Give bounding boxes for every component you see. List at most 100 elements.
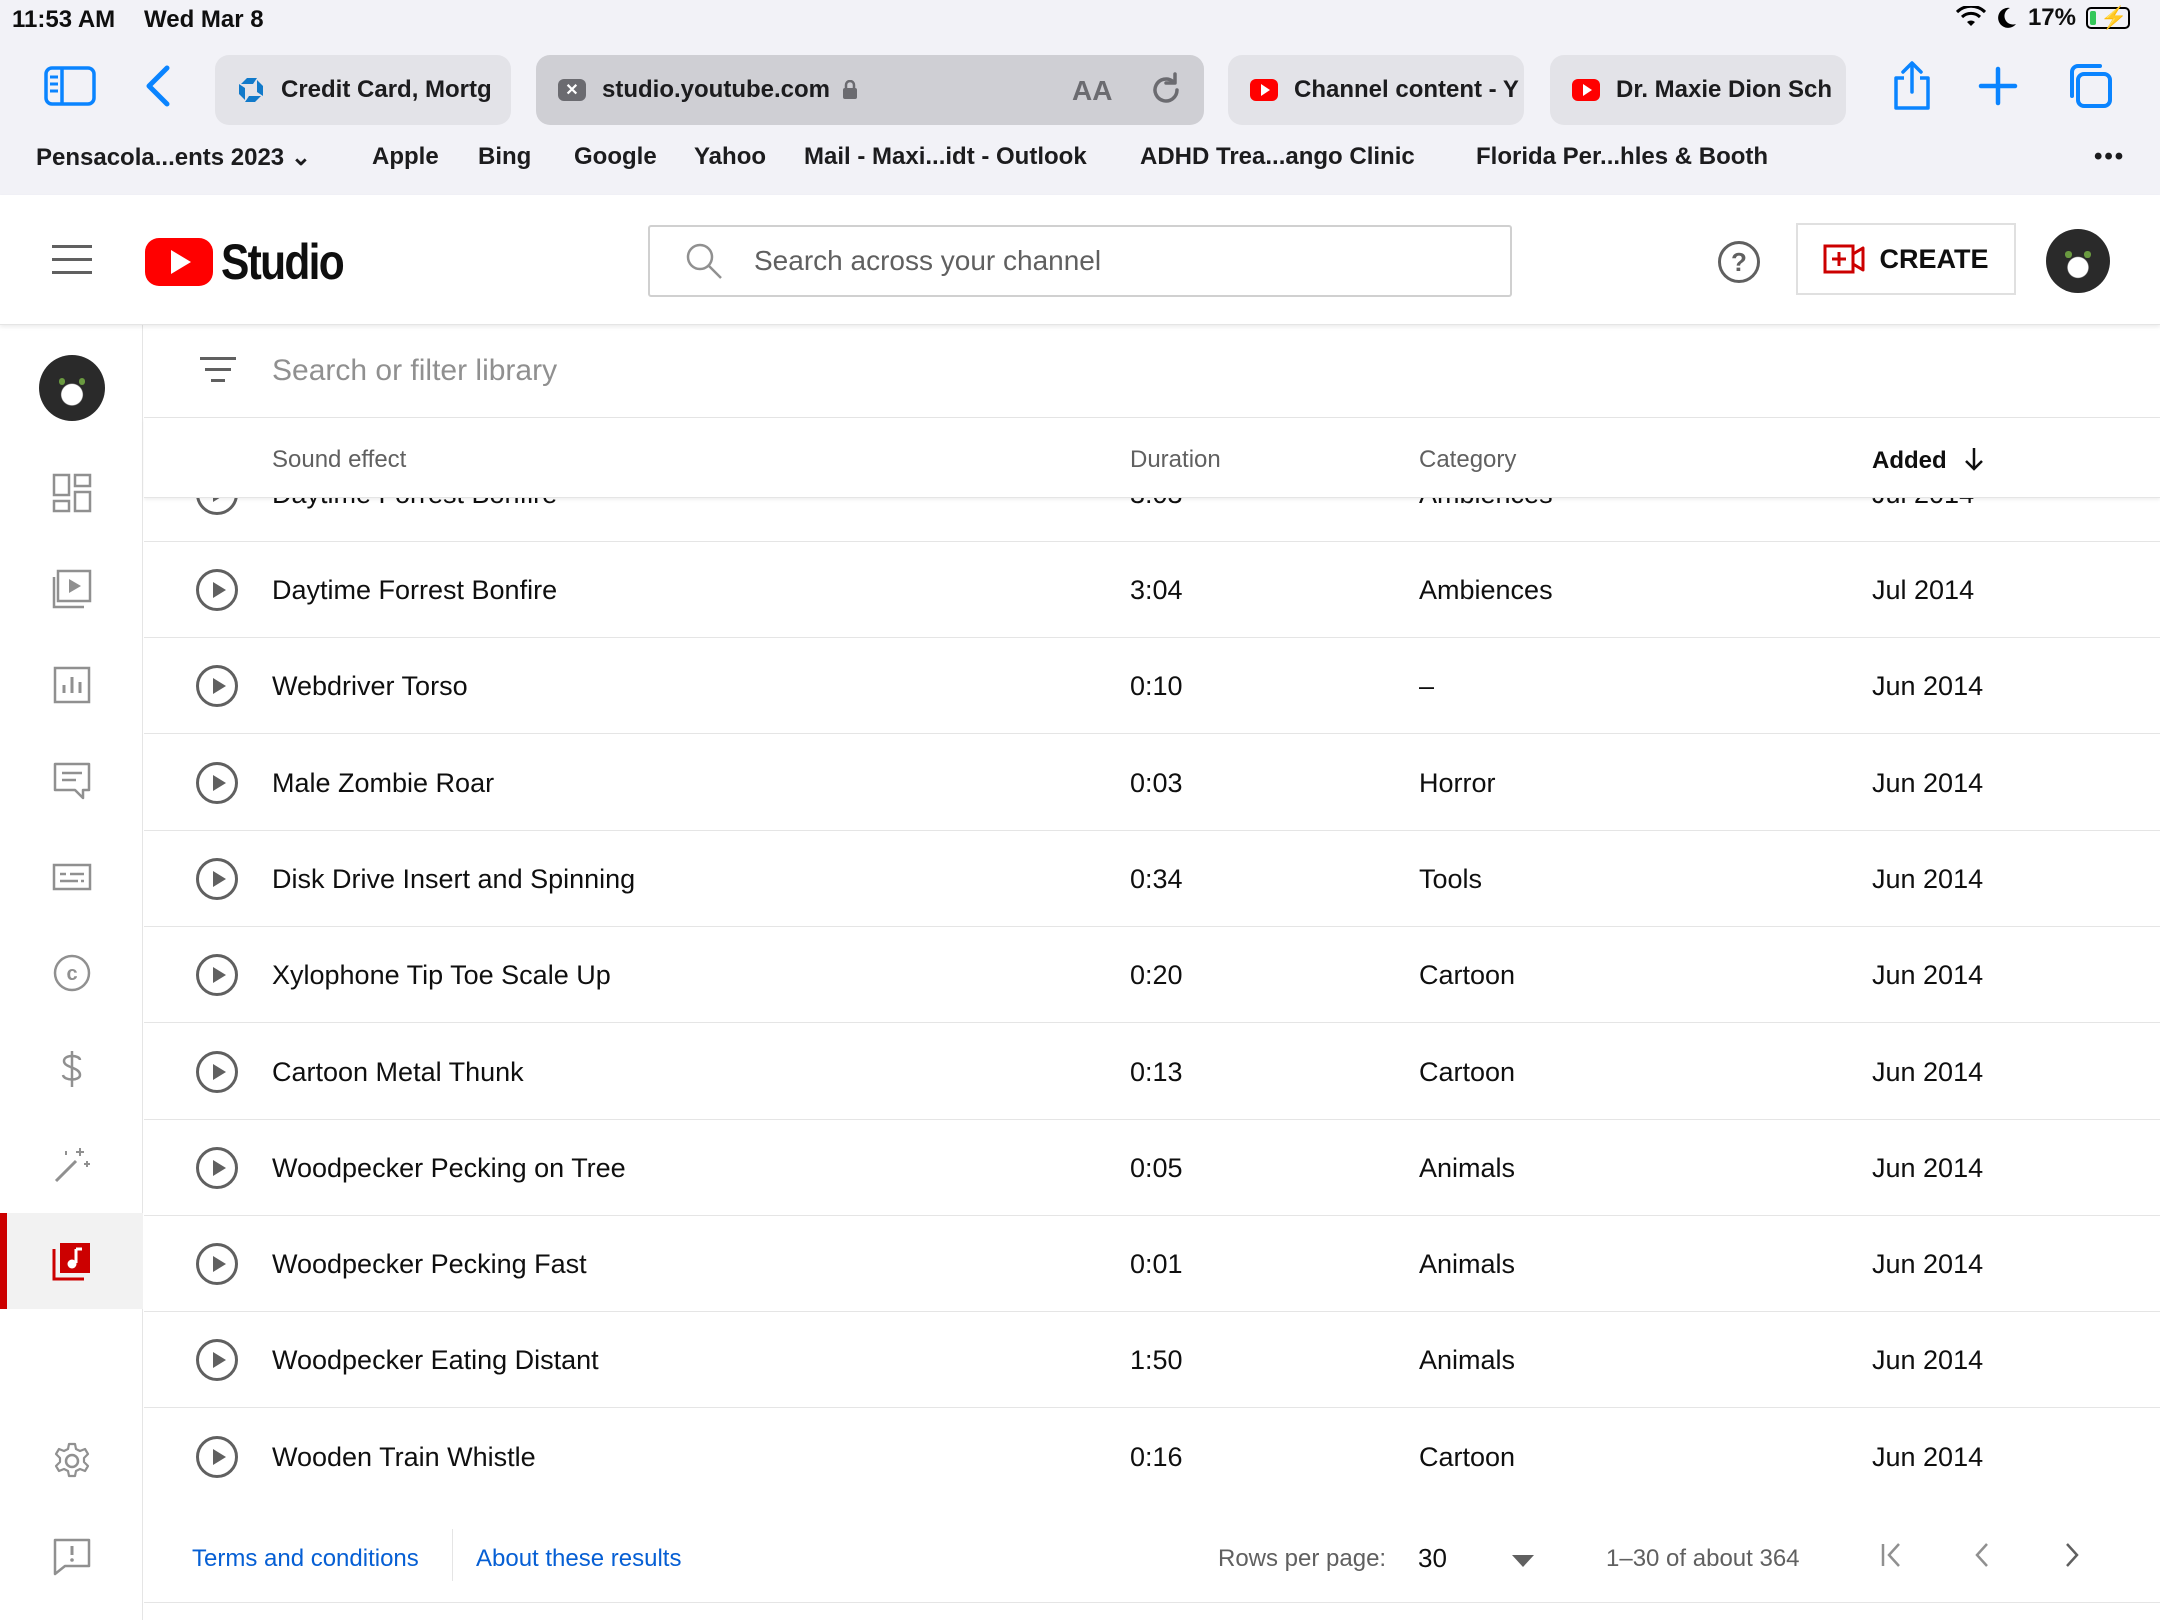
column-duration[interactable]: Duration (1130, 446, 1221, 474)
added-cell: Jul 2014 (1872, 498, 1974, 510)
sound-effect-name: Woodpecker Pecking Fast (272, 1249, 587, 1280)
table-row[interactable]: Woodpecker Pecking on Tree 0:05 Animals Jun… (144, 1120, 2160, 1216)
analytics-icon (53, 666, 90, 704)
bookmark-bing[interactable]: Bing (478, 143, 531, 171)
sound-effect-name: Male Zombie Roar (272, 767, 495, 798)
previous-page-icon[interactable] (1962, 1535, 2002, 1575)
tab-overview-icon[interactable] (2060, 56, 2120, 116)
play-icon[interactable] (196, 498, 238, 515)
share-icon[interactable] (1882, 56, 1942, 116)
play-icon[interactable] (196, 1050, 238, 1093)
play-icon[interactable] (196, 1339, 238, 1382)
logo-text: Studio (221, 234, 345, 290)
filter-icon[interactable] (200, 357, 236, 387)
status-date: Wed Mar 8 (144, 6, 264, 33)
table-row[interactable]: Webdriver Torso 0:10 – Jun 2014 (144, 638, 2160, 735)
table-row-partial[interactable]: Daytime Forrest Bonfire 3:03 Ambiences Jul … (144, 498, 2160, 542)
rail-feedback[interactable] (0, 1509, 143, 1605)
tab-studio-youtube[interactable]: ✕ studio.youtube.com AA (536, 55, 1204, 125)
bookmark-google[interactable]: Google (574, 143, 657, 171)
tab-credit-card[interactable]: Credit Card, Mortg (215, 55, 511, 125)
dropdown-caret-icon[interactable] (1512, 1555, 1534, 1567)
first-page-icon[interactable] (1872, 1535, 1912, 1575)
help-icon[interactable]: ? (1718, 241, 1760, 283)
play-icon[interactable] (196, 569, 238, 611)
category-cell: Tools (1419, 863, 1483, 894)
table-row[interactable]: Cartoon Metal Thunk 0:13 Cartoon Jun 2014 (144, 1024, 2160, 1120)
magic-wand-icon (54, 1148, 90, 1183)
menu-icon[interactable] (52, 245, 92, 275)
category-cell: Horror (1419, 767, 1496, 798)
subtitles-icon (52, 863, 91, 891)
column-added[interactable]: Added (1872, 446, 1985, 475)
tab-channel-content[interactable]: Channel content - Y (1228, 55, 1524, 125)
bookmark-yahoo[interactable]: Yahoo (694, 143, 766, 171)
browser-chrome: 11:53 AM Wed Mar 8 17% ⚡ Credit Card, Mo… (0, 0, 2160, 195)
reader-aa-button[interactable]: AA (1072, 75, 1112, 107)
duration-cell: 0:01 (1130, 1249, 1183, 1280)
column-added-label: Added (1872, 447, 1947, 474)
new-tab-plus-icon[interactable] (1968, 56, 2028, 116)
rail-customization[interactable] (0, 1117, 143, 1213)
filter-bar (144, 325, 2160, 418)
play-icon[interactable] (196, 761, 238, 804)
library-filter-input[interactable] (272, 345, 1772, 397)
next-page-icon[interactable] (2052, 1535, 2092, 1575)
rail-audio-library[interactable] (0, 1213, 143, 1309)
bookmark-mail-outlook[interactable]: Mail - Maxi...idt - Outlook (804, 143, 1087, 171)
about-results-link[interactable]: About these results (476, 1545, 681, 1573)
table-row[interactable]: Male Zombie Roar 0:03 Horror Jun 2014 (144, 735, 2160, 831)
account-avatar[interactable] (2046, 229, 2110, 293)
duration-cell: 0:20 (1130, 960, 1183, 991)
charging-bolt-icon: ⚡ (2100, 5, 2128, 30)
column-sound-effect[interactable]: Sound effect (272, 446, 406, 474)
table-row[interactable]: Xylophone Tip Toe Scale Up 0:20 Cartoon Jun… (144, 927, 2160, 1024)
table-row[interactable]: Woodpecker Pecking Fast 0:01 Animals Jun 20… (144, 1216, 2160, 1313)
table-row[interactable]: Daytime Forrest Bonfire 3:04 Ambiences Jul … (144, 542, 2160, 638)
copyright-icon: c (53, 954, 90, 992)
table-row[interactable]: Woodpecker Eating Distant 1:50 Animals Jun … (144, 1312, 2160, 1409)
tab-dr-maxie[interactable]: Dr. Maxie Dion Sch (1550, 55, 1846, 125)
create-button[interactable]: CREATE (1796, 223, 2016, 295)
more-bookmarks-icon[interactable]: ••• (2094, 143, 2125, 171)
rail-comments[interactable] (0, 733, 143, 829)
bookmark-folder-pensacola[interactable]: Pensacola...ents 2023 ⌄ (36, 143, 311, 172)
bookmark-adhd-clinic[interactable]: ADHD Trea...ango Clinic (1140, 143, 1415, 171)
table-row[interactable]: Disk Drive Insert and Spinning 0:34 Tools J… (144, 831, 2160, 927)
play-icon[interactable] (196, 665, 238, 708)
close-tab-icon[interactable]: ✕ (558, 79, 586, 101)
channel-search-input[interactable] (754, 245, 1454, 277)
table-row[interactable]: Wooden Train Whistle 0:16 Cartoon Jun 2014 (144, 1409, 2160, 1502)
bookmark-apple[interactable]: Apple (372, 143, 439, 171)
play-icon[interactable] (196, 1146, 238, 1189)
sound-effects-table: Daytime Forrest Bonfire 3:03 Ambiences Jul … (144, 498, 2160, 1502)
play-icon[interactable] (196, 1243, 238, 1286)
rail-analytics[interactable] (0, 637, 143, 733)
play-icon[interactable] (196, 954, 238, 997)
sort-arrow-down-icon (1965, 448, 1984, 471)
rows-per-page-select[interactable]: 30 (1418, 1543, 1447, 1574)
url-text: studio.youtube.com (602, 76, 830, 103)
channel-search-box[interactable] (648, 225, 1512, 297)
battery-fill (2090, 11, 2097, 25)
duration-cell: 0:03 (1130, 767, 1183, 798)
column-category[interactable]: Category (1419, 446, 1516, 474)
play-icon[interactable] (196, 1435, 238, 1478)
bookmark-florida-per[interactable]: Florida Per...hles & Booth (1476, 143, 1768, 171)
reload-icon[interactable] (1148, 72, 1184, 108)
battery-percent: 17% (2027, 4, 2076, 31)
lock-icon (843, 80, 857, 99)
rail-content[interactable] (0, 541, 143, 637)
studio-logo[interactable]: Studio (145, 233, 365, 291)
terms-link[interactable]: Terms and conditions (192, 1545, 419, 1573)
category-cell: Animals (1419, 1345, 1516, 1376)
rail-copyright[interactable]: c (0, 925, 143, 1021)
rail-dashboard[interactable] (0, 445, 143, 541)
play-icon[interactable] (196, 857, 238, 900)
back-chevron-icon[interactable] (128, 56, 188, 116)
rail-settings[interactable] (0, 1413, 143, 1509)
channel-avatar[interactable] (39, 355, 105, 421)
sidebar-toggle-icon[interactable] (40, 56, 100, 116)
rail-earn[interactable] (0, 1021, 143, 1117)
rail-subtitles[interactable] (0, 829, 143, 925)
